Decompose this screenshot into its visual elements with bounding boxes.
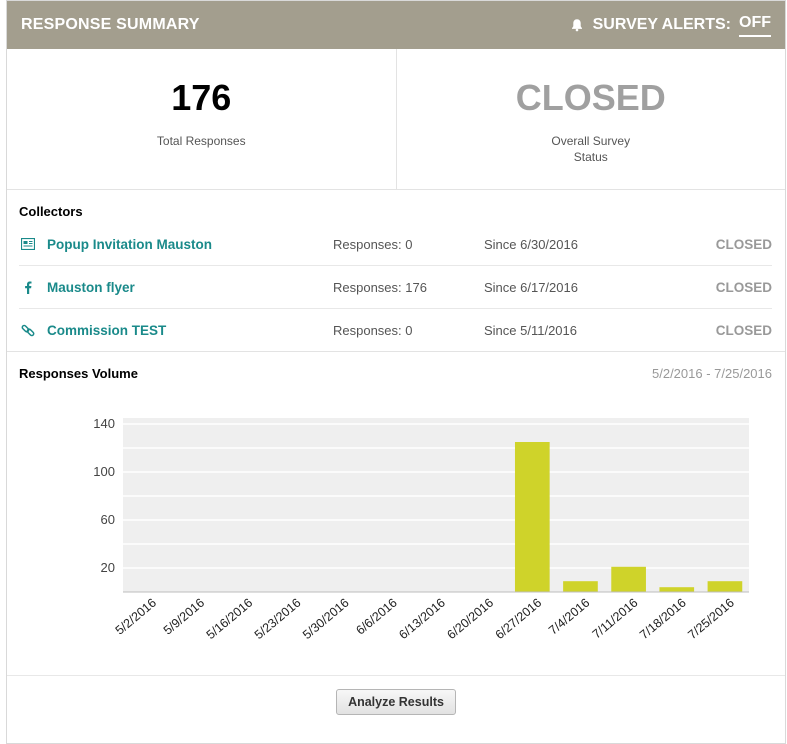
collector-name-link[interactable]: Commission TEST <box>47 323 333 338</box>
x-tick-label: 7/18/2016 <box>637 596 689 643</box>
x-tick-label: 7/11/2016 <box>590 596 641 642</box>
collector-since: Since 5/11/2016 <box>484 322 577 338</box>
bell-icon <box>571 19 582 32</box>
survey-alerts-label: SURVEY ALERTS: <box>592 16 731 33</box>
survey-status-stat: CLOSED Overall Survey Status <box>395 49 786 189</box>
collector-status: CLOSED <box>715 236 772 252</box>
collector-row: Commission TEST Responses: 0 Since 5/11/… <box>19 309 772 351</box>
collector-since: Since 6/30/2016 <box>484 236 578 252</box>
response-summary-card: RESPONSE SUMMARY SURVEY ALERTS: OFF 176 … <box>6 0 786 744</box>
link-icon <box>21 323 35 337</box>
plot-area <box>123 418 749 592</box>
collectors-section: Collectors Popup Invitation Mauston Resp… <box>7 190 785 352</box>
x-tick-label: 6/27/2016 <box>493 596 545 643</box>
collector-name-link[interactable]: Mauston flyer <box>47 280 333 295</box>
survey-alerts-toggle[interactable]: OFF <box>739 14 771 37</box>
summary-footer: Analyze Results <box>7 676 785 726</box>
total-responses-label: Total Responses <box>156 134 246 148</box>
summary-title: RESPONSE SUMMARY <box>21 16 200 33</box>
collector-status: CLOSED <box>715 279 772 295</box>
collector-responses: Responses: 0 <box>333 236 413 252</box>
bar <box>611 566 646 592</box>
collector-row: Popup Invitation Mauston Responses: 0 Si… <box>19 223 772 266</box>
y-tick-label: 100 <box>93 464 115 479</box>
bar <box>707 581 743 592</box>
x-tick-label: 5/23/2016 <box>252 596 304 643</box>
facebook-icon <box>21 280 35 294</box>
web-form-icon <box>21 237 35 251</box>
survey-alerts: SURVEY ALERTS: OFF <box>570 14 771 37</box>
x-tick-label: 7/4/2016 <box>546 596 592 638</box>
bar <box>514 442 550 592</box>
x-tick-label: 6/6/2016 <box>353 596 399 638</box>
collector-since: Since 6/17/2016 <box>484 279 578 295</box>
collectors-title: Collectors <box>19 204 83 219</box>
survey-status-value: CLOSED <box>515 77 666 118</box>
y-tick-label: 60 <box>101 512 115 527</box>
responses-volume-chart: 20 60 100 140 5/2/2016 5/9/20165/16/20165/23/… <box>93 416 749 643</box>
responses-volume-section: Responses Volume 5/2/2016 - 7/25/2016 20… <box>7 352 785 676</box>
x-tick-label: 5/30/2016 <box>300 596 352 643</box>
collector-name-link[interactable]: Popup Invitation Mauston <box>47 237 333 252</box>
collector-responses: Responses: 176 <box>333 279 427 295</box>
x-tick-label: 7/25/2016 <box>685 596 737 643</box>
collector-responses: Responses: 0 <box>333 322 413 338</box>
analyze-results-button[interactable]: Analyze Results <box>336 689 456 715</box>
x-tick-label: 5/16/2016 <box>204 596 256 643</box>
summary-header: RESPONSE SUMMARY SURVEY ALERTS: OFF <box>7 1 785 49</box>
y-tick-label: 20 <box>101 560 115 575</box>
collector-row: Mauston flyer Responses: 176 Since 6/17/… <box>19 266 772 309</box>
total-responses-value: 176 <box>171 77 232 118</box>
bar <box>659 587 695 592</box>
x-tick-label: 5/9/2016 <box>161 596 207 638</box>
total-responses-stat: 176 Total Responses <box>7 49 396 189</box>
x-tick-label: 5/2/2016 <box>113 596 159 638</box>
summary-stats: 176 Total Responses CLOSED Overall Surve… <box>7 49 785 190</box>
bar <box>563 581 598 592</box>
x-tick-label: 6/20/2016 <box>444 596 496 643</box>
survey-status-label: Overall Survey Status <box>551 134 631 164</box>
x-tick-label: 6/13/2016 <box>396 596 448 643</box>
y-tick-label: 140 <box>93 416 115 431</box>
collector-status: CLOSED <box>715 322 772 338</box>
